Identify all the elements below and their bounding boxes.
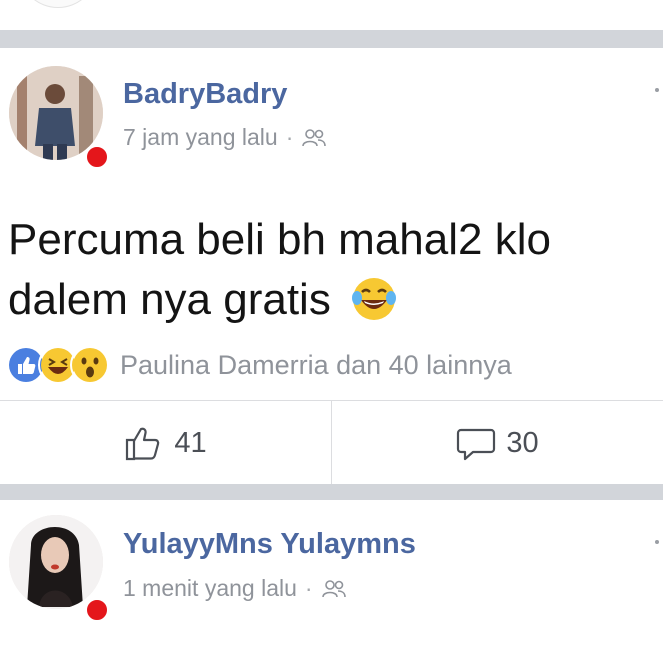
wow-reaction-icon <box>70 345 110 385</box>
like-button[interactable]: 41 <box>0 401 331 485</box>
comment-bubble-icon <box>457 428 496 461</box>
online-status-dot <box>84 597 110 623</box>
post-author-name[interactable]: YulayyMns Yulaymns <box>123 528 416 561</box>
post-body: Percuma beli bh mahal2 klo dalem nya gra… <box>8 210 658 330</box>
post-text-line-2: dalem nya gratis <box>8 270 658 330</box>
online-status-dot <box>84 144 110 170</box>
post-options-icon[interactable] <box>655 540 659 544</box>
feed-divider-middle <box>0 484 663 500</box>
reactions-summary-text: Paulina Damerria dan 40 lainnya <box>120 349 512 380</box>
post-meta: 1 menit yang lalu · <box>123 575 347 602</box>
avatar-photo <box>9 515 103 609</box>
post-text-line-2-text: dalem nya gratis <box>8 275 331 324</box>
friends-icon <box>302 128 327 146</box>
reactions-summary[interactable]: Paulina Damerria dan 40 lainnya <box>6 345 512 385</box>
post-options-icon[interactable] <box>655 88 659 92</box>
author-avatar[interactable] <box>9 515 103 609</box>
post-meta: 7 jam yang lalu · <box>123 124 327 151</box>
post-timestamp[interactable]: 1 menit yang lalu <box>123 575 297 602</box>
thumbs-up-outline-icon <box>126 427 160 461</box>
comment-button[interactable]: 30 <box>331 401 663 485</box>
post-author-name[interactable]: BadryBadry <box>123 78 287 111</box>
post-timestamp[interactable]: 7 jam yang lalu <box>123 124 278 151</box>
post-action-bar: 41 30 <box>0 400 663 485</box>
post-text-line-1: Percuma beli bh mahal2 klo <box>8 215 551 264</box>
meta-separator: · <box>304 575 313 601</box>
previous-post-avatar <box>18 0 98 8</box>
comment-count: 30 <box>506 426 539 459</box>
friends-icon <box>321 579 346 597</box>
laughing-tears-emoji-icon <box>352 278 397 320</box>
meta-separator: · <box>285 124 294 150</box>
feed-divider-top <box>0 30 663 48</box>
previous-post-remnant <box>0 0 663 30</box>
like-count: 41 <box>174 426 207 459</box>
